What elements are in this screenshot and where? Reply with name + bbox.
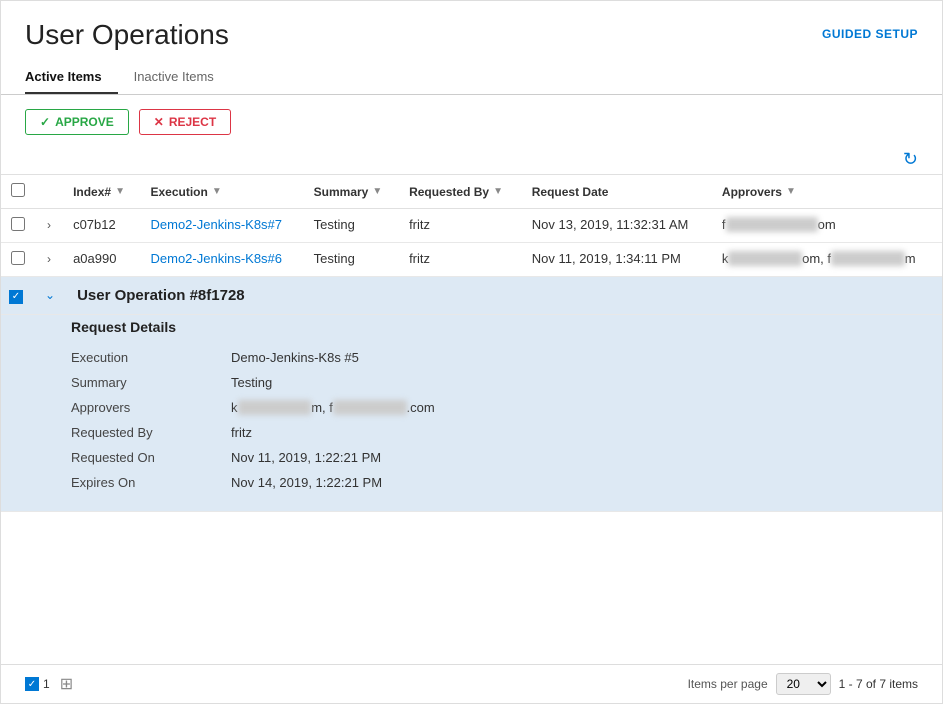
operations-table: Index# ▼ Execution ▼ Sum [1, 174, 942, 512]
detail-value-summary: Testing [231, 375, 272, 390]
expand-icon-1[interactable]: › [47, 218, 51, 232]
expanded-title-cell: User Operation #8f1728 [63, 277, 942, 315]
row-requested-by-1: fritz [399, 209, 522, 243]
col-index[interactable]: Index# ▼ [63, 175, 140, 209]
tab-inactive-items[interactable]: Inactive Items [134, 61, 230, 94]
detail-value-execution[interactable]: Demo-Jenkins-K8s #5 [231, 350, 359, 365]
detail-requested-by: Requested By fritz [71, 420, 928, 445]
detail-approvers: Approvers k████████m, f████████.com [71, 395, 928, 420]
detail-value-requested-on: Nov 11, 2019, 1:22:21 PM [231, 450, 381, 465]
row-checkbox-1[interactable] [11, 217, 25, 231]
table-row: › a0a990 Demo2-Jenkins-K8s#6 Testing fri… [1, 243, 942, 277]
row-requested-by-2: fritz [399, 243, 522, 277]
select-all-header[interactable] [1, 175, 37, 209]
col-execution[interactable]: Execution ▼ [141, 175, 304, 209]
approve-button[interactable]: ✓ APPROVE [25, 109, 129, 135]
expanded-row-checkbox[interactable]: ✓ [9, 290, 23, 304]
sort-icon-approvers: ▼ [786, 186, 796, 197]
detail-label-execution: Execution [71, 350, 231, 365]
row-checkbox-2[interactable] [11, 251, 25, 265]
col-summary[interactable]: Summary ▼ [304, 175, 399, 209]
expanded-checkbox-cell[interactable]: ✓ [1, 277, 37, 315]
expand-cell-1[interactable]: › [37, 209, 63, 243]
row-summary-2: Testing [304, 243, 399, 277]
detail-value-expires-on: Nov 14, 2019, 1:22:21 PM [231, 475, 382, 490]
row-index-1: c07b12 [63, 209, 140, 243]
row-index-2: a0a990 [63, 243, 140, 277]
row-checkbox-cell-1[interactable] [1, 209, 37, 243]
expand-cell-2[interactable]: › [37, 243, 63, 277]
columns-icon[interactable]: ⊞ [60, 674, 73, 694]
detail-label-expires-on: Expires On [71, 475, 231, 490]
sort-icon-execution: ▼ [212, 186, 222, 197]
footer-checked-count: 1 [43, 677, 50, 691]
footer-right: Items per page 20 50 100 1 - 7 of 7 item… [688, 673, 918, 695]
details-section-title: Request Details [71, 319, 928, 335]
items-count: 1 - 7 of 7 items [839, 677, 918, 691]
table-footer: ✓ 1 ⊞ Items per page 20 50 100 1 - 7 of … [1, 664, 942, 703]
row-approvers-1: f██████████om [712, 209, 942, 243]
checkmark-icon: ✓ [40, 115, 50, 129]
sort-icon-requested-by: ▼ [493, 186, 503, 197]
row-summary-1: Testing [304, 209, 399, 243]
items-per-page-select[interactable]: 20 50 100 [776, 673, 831, 695]
page-title: User Operations [25, 19, 229, 51]
detail-summary: Summary Testing [71, 370, 928, 395]
data-table-container: Index# ▼ Execution ▼ Sum [1, 174, 942, 664]
tab-active-items[interactable]: Active Items [25, 61, 118, 94]
detail-expires-on: Expires On Nov 14, 2019, 1:22:21 PM [71, 470, 928, 495]
sort-icon-index: ▼ [115, 186, 125, 197]
detail-execution: Execution Demo-Jenkins-K8s #5 [71, 345, 928, 370]
detail-value-requested-by: fritz [231, 425, 252, 440]
detail-requested-on: Requested On Nov 11, 2019, 1:22:21 PM [71, 445, 928, 470]
col-approvers[interactable]: Approvers ▼ [712, 175, 942, 209]
x-icon: ✕ [154, 115, 164, 129]
reject-button[interactable]: ✕ REJECT [139, 109, 231, 135]
footer-checked-box[interactable]: ✓ [25, 677, 39, 691]
col-requested-by[interactable]: Requested By ▼ [399, 175, 522, 209]
detail-label-requested-on: Requested On [71, 450, 231, 465]
detail-label-approvers: Approvers [71, 400, 231, 415]
detail-label-summary: Summary [71, 375, 231, 390]
tabs-bar: Active Items Inactive Items [1, 61, 942, 95]
expanded-row-title: User Operation #8f1728 [77, 287, 245, 304]
items-per-page-label: Items per page [688, 677, 768, 691]
refresh-icon[interactable]: ↻ [903, 149, 918, 170]
col-request-date[interactable]: Request Date [522, 175, 712, 209]
collapse-icon[interactable]: ⌄ [45, 288, 55, 302]
row-request-date-1: Nov 13, 2019, 11:32:31 AM [522, 209, 712, 243]
row-approvers-2: k████████om, f████████m [712, 243, 942, 277]
detail-value-approvers: k████████m, f████████.com [231, 400, 435, 415]
row-checkbox-cell-2[interactable] [1, 243, 37, 277]
select-all-checkbox[interactable] [11, 183, 25, 197]
toolbar: ✓ APPROVE ✕ REJECT [1, 95, 942, 149]
footer-left: ✓ 1 ⊞ [25, 674, 73, 694]
sort-icon-summary: ▼ [372, 186, 382, 197]
row-execution-1[interactable]: Demo2-Jenkins-K8s#7 [141, 209, 304, 243]
expanded-row-header: ✓ ⌄ User Operation #8f1728 [1, 277, 942, 315]
table-row: › c07b12 Demo2-Jenkins-K8s#7 Testing fri… [1, 209, 942, 243]
row-execution-2[interactable]: Demo2-Jenkins-K8s#6 [141, 243, 304, 277]
expanded-row-content: Request Details Execution Demo-Jenkins-K… [1, 315, 942, 512]
row-request-date-2: Nov 11, 2019, 1:34:11 PM [522, 243, 712, 277]
guided-setup-link[interactable]: GUIDED SETUP [822, 27, 918, 41]
footer-checkbox-count: ✓ 1 [25, 677, 50, 691]
expand-icon-2[interactable]: › [47, 252, 51, 266]
detail-label-requested-by: Requested By [71, 425, 231, 440]
expanded-collapse-cell[interactable]: ⌄ [37, 277, 63, 315]
request-details-section: Request Details Execution Demo-Jenkins-K… [57, 315, 942, 511]
